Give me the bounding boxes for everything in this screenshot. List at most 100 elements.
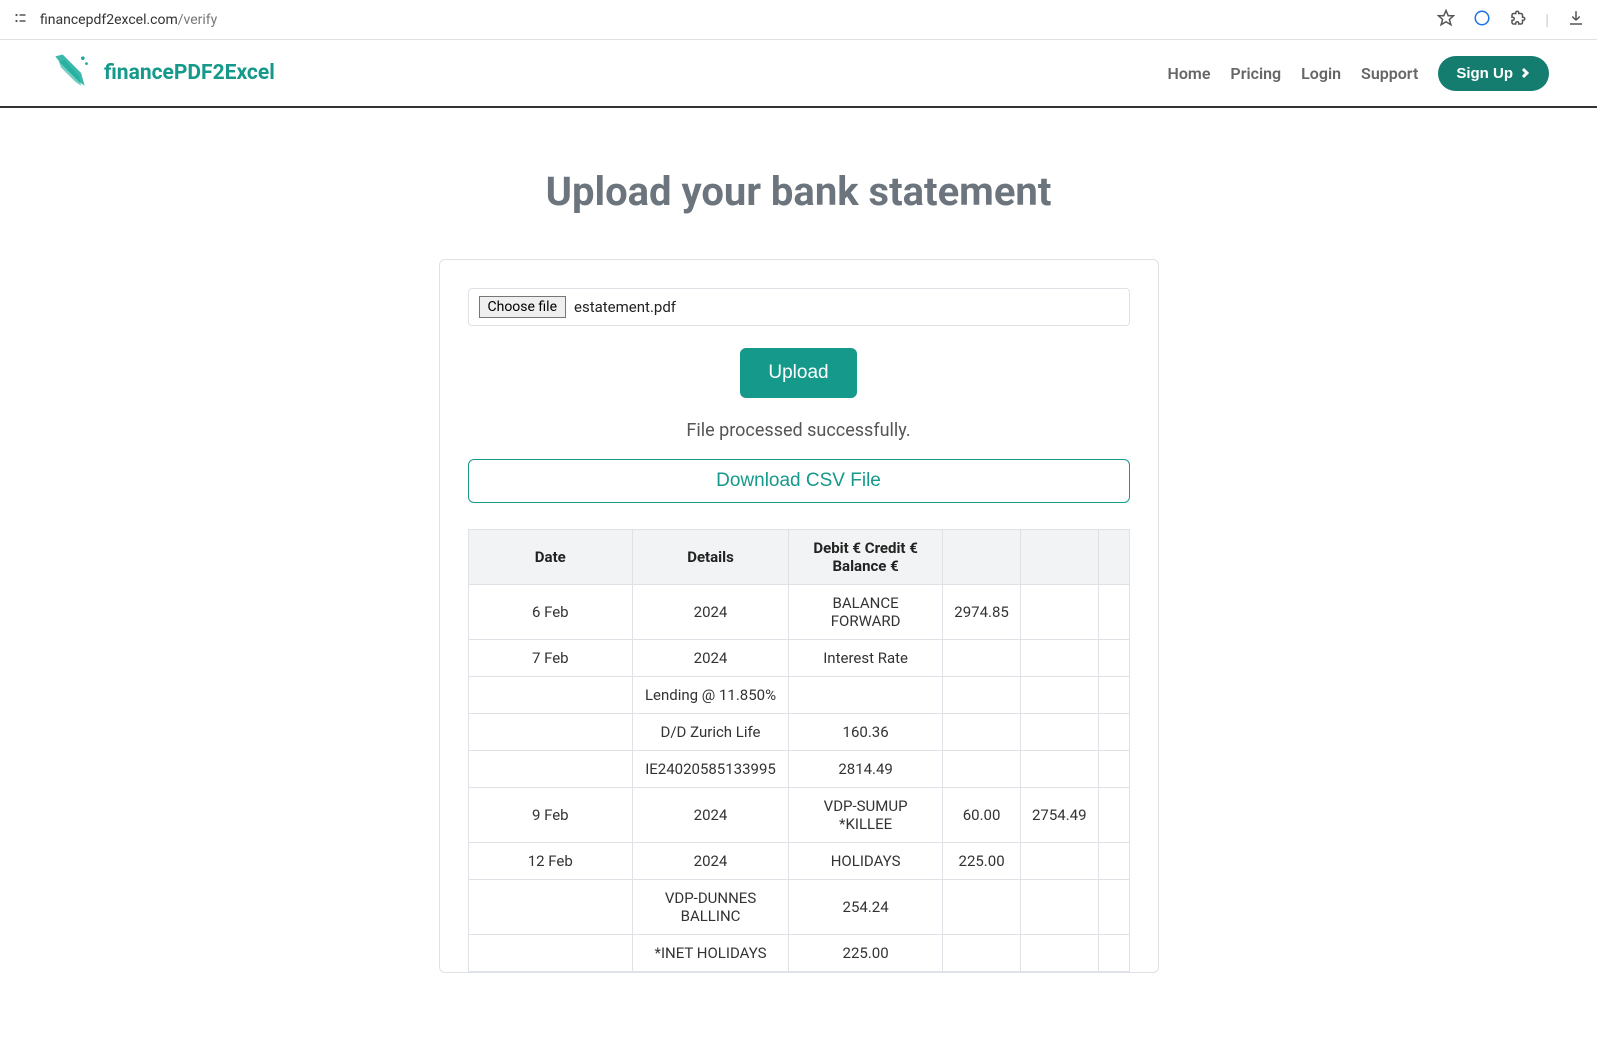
table-row: D/D Zurich Life160.36	[468, 714, 1129, 751]
url-display[interactable]: financepdf2excel.com/verify	[40, 12, 217, 28]
table-cell: 12 Feb	[468, 843, 633, 880]
divider: |	[1545, 10, 1549, 29]
table-cell	[468, 751, 633, 788]
browser-address-bar: financepdf2excel.com/verify |	[0, 0, 1597, 40]
table-cell	[468, 677, 633, 714]
chevron-right-icon	[1519, 67, 1531, 79]
table-cell: Interest Rate	[788, 640, 942, 677]
selected-file-name: estatement.pdf	[574, 298, 676, 316]
table-cell: 2024	[633, 843, 789, 880]
table-cell	[1098, 751, 1129, 788]
nav-home[interactable]: Home	[1168, 64, 1211, 83]
table-cell	[788, 677, 942, 714]
brand-name: financePDF2Excel	[104, 61, 275, 85]
table-cell: 225.00	[943, 843, 1021, 880]
table-cell: 225.00	[788, 935, 942, 972]
table-cell	[1098, 714, 1129, 751]
table-cell	[1098, 880, 1129, 935]
table-cell	[468, 880, 633, 935]
table-cell: VDP-DUNNES BALLINC	[633, 880, 789, 935]
table-cell: IE24020585133995	[633, 751, 789, 788]
logo-icon	[48, 49, 92, 97]
col-extra1	[943, 530, 1021, 585]
col-extra2	[1020, 530, 1098, 585]
status-message: File processed successfully.	[440, 420, 1158, 441]
table-cell: 60.00	[943, 788, 1021, 843]
table-row: VDP-DUNNES BALLINC254.24	[468, 880, 1129, 935]
table-row: 9 Feb2024VDP-SUMUP *KILLEE60.002754.49	[468, 788, 1129, 843]
nav-login[interactable]: Login	[1301, 64, 1341, 83]
site-settings-icon[interactable]	[12, 9, 30, 31]
signup-button[interactable]: Sign Up	[1438, 56, 1549, 91]
table-cell	[1098, 585, 1129, 640]
table-row: *INET HOLIDAYS225.00	[468, 935, 1129, 972]
table-cell: 2024	[633, 640, 789, 677]
col-date: Date	[468, 530, 633, 585]
results-table: Date Details Debit € Credit € Balance € …	[468, 529, 1130, 972]
bookmark-star-icon[interactable]	[1437, 9, 1455, 31]
results-table-wrap: Date Details Debit € Credit € Balance € …	[468, 529, 1130, 972]
table-cell	[1020, 585, 1098, 640]
table-cell	[468, 935, 633, 972]
table-cell	[1098, 640, 1129, 677]
site-header: financePDF2Excel Home Pricing Login Supp…	[0, 40, 1597, 108]
table-cell	[1098, 788, 1129, 843]
table-cell	[1098, 935, 1129, 972]
table-cell: 6 Feb	[468, 585, 633, 640]
table-cell	[468, 714, 633, 751]
col-extra3	[1098, 530, 1129, 585]
brand[interactable]: financePDF2Excel	[48, 49, 275, 97]
table-row: IE240205851339952814.49	[468, 751, 1129, 788]
table-cell: *INET HOLIDAYS	[633, 935, 789, 972]
table-row: 7 Feb2024Interest Rate	[468, 640, 1129, 677]
table-cell	[1020, 677, 1098, 714]
table-cell: VDP-SUMUP *KILLEE	[788, 788, 942, 843]
table-cell: 2814.49	[788, 751, 942, 788]
table-cell	[1020, 880, 1098, 935]
table-cell	[943, 751, 1021, 788]
signup-label: Sign Up	[1456, 65, 1513, 82]
page-title: Upload your bank statement	[279, 168, 1319, 215]
table-cell: Lending @ 11.850%	[633, 677, 789, 714]
table-cell: BALANCE FORWARD	[788, 585, 942, 640]
table-cell: 2754.49	[1020, 788, 1098, 843]
nav-support[interactable]: Support	[1361, 64, 1418, 83]
table-header-row: Date Details Debit € Credit € Balance €	[468, 530, 1129, 585]
table-cell: 2974.85	[943, 585, 1021, 640]
upload-card: Choose file estatement.pdf Upload File p…	[439, 259, 1159, 973]
table-cell	[1020, 843, 1098, 880]
table-row: 12 Feb2024HOLIDAYS225.00	[468, 843, 1129, 880]
file-input-row: Choose file estatement.pdf	[468, 288, 1130, 326]
main-content: Upload your bank statement Choose file e…	[259, 108, 1339, 973]
table-cell	[1020, 714, 1098, 751]
download-icon[interactable]	[1567, 9, 1585, 31]
table-cell: 254.24	[788, 880, 942, 935]
table-cell: 7 Feb	[468, 640, 633, 677]
table-row: Lending @ 11.850%	[468, 677, 1129, 714]
choose-file-button[interactable]: Choose file	[479, 296, 567, 318]
table-cell	[943, 935, 1021, 972]
table-cell: HOLIDAYS	[788, 843, 942, 880]
table-cell: 160.36	[788, 714, 942, 751]
table-cell	[943, 640, 1021, 677]
table-cell	[1020, 935, 1098, 972]
table-cell: 9 Feb	[468, 788, 633, 843]
upload-button[interactable]: Upload	[740, 348, 856, 398]
download-csv-button[interactable]: Download CSV File	[468, 459, 1130, 503]
table-cell	[1098, 677, 1129, 714]
table-cell: D/D Zurich Life	[633, 714, 789, 751]
table-cell: 2024	[633, 585, 789, 640]
extension-shield-icon[interactable]	[1473, 9, 1491, 31]
nav-pricing[interactable]: Pricing	[1230, 64, 1281, 83]
col-amounts: Debit € Credit € Balance €	[788, 530, 942, 585]
extensions-puzzle-icon[interactable]	[1509, 9, 1527, 31]
table-cell	[943, 714, 1021, 751]
table-cell: 2024	[633, 788, 789, 843]
table-cell	[1098, 843, 1129, 880]
table-row: 6 Feb2024BALANCE FORWARD2974.85	[468, 585, 1129, 640]
table-cell	[943, 677, 1021, 714]
table-cell	[1020, 751, 1098, 788]
table-cell	[1020, 640, 1098, 677]
table-cell	[943, 880, 1021, 935]
col-details: Details	[633, 530, 789, 585]
